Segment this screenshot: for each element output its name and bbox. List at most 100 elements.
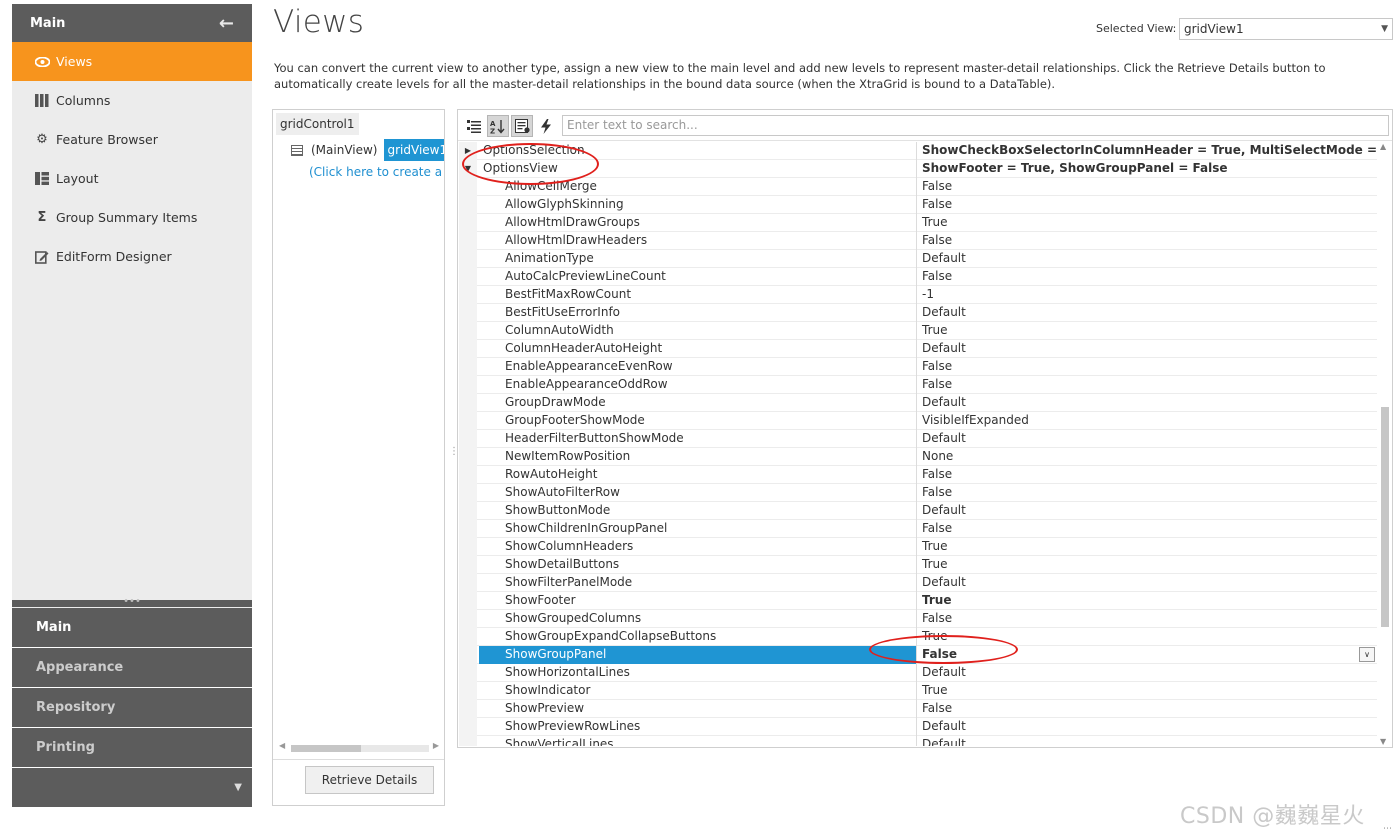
property-name[interactable]: BestFitMaxRowCount — [479, 286, 917, 304]
property-name[interactable]: AllowHtmlDrawGroups — [479, 214, 917, 232]
property-name[interactable]: ShowGroupPanel — [479, 646, 917, 664]
property-value[interactable]: None — [918, 448, 1377, 466]
property-row-rowautoheight[interactable]: RowAutoHeight False — [459, 466, 1377, 484]
resize-grip-icon[interactable]: ⋯ — [1383, 824, 1392, 834]
property-value[interactable]: Default — [918, 718, 1377, 736]
property-row-groupfootershowmode[interactable]: GroupFooterShowMode VisibleIfExpanded — [459, 412, 1377, 430]
property-name[interactable]: OptionsSelection — [479, 142, 917, 160]
property-value[interactable]: True — [918, 628, 1377, 646]
property-name[interactable]: ShowFooter — [479, 592, 917, 610]
property-value[interactable]: -1 — [918, 286, 1377, 304]
tree-main-view-node[interactable]: (MainView) gridView1 — [291, 139, 444, 161]
property-row-showbuttonmode[interactable]: ShowButtonMode Default — [459, 502, 1377, 520]
nav-splitter[interactable]: ••• — [12, 597, 252, 607]
property-name[interactable]: ShowGroupedColumns — [479, 610, 917, 628]
property-value[interactable]: False — [918, 646, 1377, 664]
scroll-thumb[interactable] — [1381, 407, 1389, 627]
property-value[interactable]: False — [918, 268, 1377, 286]
property-row-showverticallines[interactable]: ShowVerticalLines Default — [459, 736, 1377, 746]
tree-horizontal-scrollbar[interactable]: ◀ ▶ — [279, 741, 439, 753]
property-name[interactable]: GroupFooterShowMode — [479, 412, 917, 430]
property-value[interactable]: Default — [918, 430, 1377, 448]
property-name[interactable]: NewItemRowPosition — [479, 448, 917, 466]
property-value[interactable]: Default — [918, 250, 1377, 268]
property-value[interactable]: False — [918, 466, 1377, 484]
property-value[interactable]: True — [918, 592, 1377, 610]
property-name[interactable]: ShowPreview — [479, 700, 917, 718]
property-row-showgroupexpandcollapsebuttons[interactable]: ShowGroupExpandCollapseButtons True — [459, 628, 1377, 646]
property-value[interactable]: False — [918, 196, 1377, 214]
property-value[interactable]: Default — [918, 340, 1377, 358]
nav-item-views[interactable]: Views — [12, 42, 252, 81]
property-value[interactable]: Default — [918, 664, 1377, 682]
property-row-autocalcpreviewlinecount[interactable]: AutoCalcPreviewLineCount False — [459, 268, 1377, 286]
property-row-headerfilterbuttonshowmode[interactable]: HeaderFilterButtonShowMode Default — [459, 430, 1377, 448]
property-row-showfilterpanelmode[interactable]: ShowFilterPanelMode Default — [459, 574, 1377, 592]
property-name[interactable]: ShowColumnHeaders — [479, 538, 917, 556]
nav-group-printing[interactable]: Printing — [12, 728, 252, 768]
property-row-allowglyphskinning[interactable]: AllowGlyphSkinning False — [459, 196, 1377, 214]
property-name[interactable]: HeaderFilterButtonShowMode — [479, 430, 917, 448]
property-row-groupdrawmode[interactable]: GroupDrawMode Default — [459, 394, 1377, 412]
property-name[interactable]: ShowGroupExpandCollapseButtons — [479, 628, 917, 646]
property-name[interactable]: OptionsView — [479, 160, 917, 178]
property-name[interactable]: ColumnHeaderAutoHeight — [479, 340, 917, 358]
property-value[interactable]: False — [918, 358, 1377, 376]
collapsed-arrow-icon[interactable]: ▶ — [459, 142, 477, 160]
property-row-showgrouppanel[interactable]: ShowGroupPanel False ∨ — [459, 646, 1377, 664]
property-value[interactable]: False — [918, 610, 1377, 628]
property-name[interactable]: RowAutoHeight — [479, 466, 917, 484]
property-name[interactable]: EnableAppearanceOddRow — [479, 376, 917, 394]
scroll-down-icon[interactable]: ▼ — [1380, 737, 1386, 746]
property-row-columnheaderautoheight[interactable]: ColumnHeaderAutoHeight Default — [459, 340, 1377, 358]
nav-item-group-summary[interactable]: Σ Group Summary Items — [12, 198, 252, 237]
property-search-input[interactable]: Enter text to search... — [562, 115, 1389, 136]
property-row-allowhtmldrawgroups[interactable]: AllowHtmlDrawGroups True — [459, 214, 1377, 232]
property-name[interactable]: ColumnAutoWidth — [479, 322, 917, 340]
events-lightning-icon[interactable] — [535, 115, 557, 137]
nav-item-columns[interactable]: Columns — [12, 81, 252, 120]
scroll-left-icon[interactable]: ◀ — [279, 741, 285, 750]
chevron-down-icon[interactable]: ▼ — [12, 768, 252, 807]
property-row-showfooter[interactable]: ShowFooter True — [459, 592, 1377, 610]
property-value[interactable]: False — [918, 484, 1377, 502]
property-name[interactable]: AllowHtmlDrawHeaders — [479, 232, 917, 250]
categorized-icon[interactable] — [463, 115, 485, 137]
property-name[interactable]: ShowChildrenInGroupPanel — [479, 520, 917, 538]
scroll-right-icon[interactable]: ▶ — [433, 741, 439, 750]
chevron-down-icon[interactable]: ▼ — [1381, 19, 1388, 39]
property-value[interactable]: False — [918, 700, 1377, 718]
property-value[interactable]: Default — [918, 394, 1377, 412]
nav-item-editform-designer[interactable]: EditForm Designer — [12, 237, 252, 276]
nav-item-feature-browser[interactable]: ⚙ Feature Browser — [12, 120, 252, 159]
property-name[interactable]: ShowVerticalLines — [479, 736, 917, 746]
property-pages-icon[interactable] — [511, 115, 533, 137]
property-row-optionsselection[interactable]: ▶ OptionsSelection ShowCheckBoxSelectorInC… — [459, 142, 1377, 160]
property-row-columnautowidth[interactable]: ColumnAutoWidth True — [459, 322, 1377, 340]
property-row-showgroupedcolumns[interactable]: ShowGroupedColumns False — [459, 610, 1377, 628]
property-value[interactable]: ShowFooter = True, ShowGroupPanel = Fals… — [918, 160, 1377, 178]
nav-group-appearance[interactable]: Appearance — [12, 648, 252, 688]
property-value[interactable]: True — [918, 322, 1377, 340]
property-row-enableappearanceoddrow[interactable]: EnableAppearanceOddRow False — [459, 376, 1377, 394]
property-row-showchildreningrouppanel[interactable]: ShowChildrenInGroupPanel False — [459, 520, 1377, 538]
property-value[interactable]: Default — [918, 574, 1377, 592]
property-value[interactable]: False — [918, 520, 1377, 538]
retrieve-details-button[interactable]: Retrieve Details — [305, 766, 434, 794]
property-name[interactable]: AllowCellMerge — [479, 178, 917, 196]
property-row-newitemrowposition[interactable]: NewItemRowPosition None — [459, 448, 1377, 466]
property-name[interactable]: AllowGlyphSkinning — [479, 196, 917, 214]
nav-item-layout[interactable]: Layout — [12, 159, 252, 198]
scroll-up-icon[interactable]: ▲ — [1380, 142, 1386, 151]
property-name[interactable]: ShowHorizontalLines — [479, 664, 917, 682]
property-name[interactable]: EnableAppearanceEvenRow — [479, 358, 917, 376]
property-row-bestfituseerrorinfo[interactable]: BestFitUseErrorInfo Default — [459, 304, 1377, 322]
arrow-left-icon[interactable]: ← — [219, 13, 234, 34]
property-row-showautofilterrow[interactable]: ShowAutoFilterRow False — [459, 484, 1377, 502]
property-value[interactable]: True — [918, 682, 1377, 700]
property-row-allowcellmerge[interactable]: AllowCellMerge False — [459, 178, 1377, 196]
main-view-value[interactable]: gridView1 — [383, 139, 444, 161]
property-value[interactable]: ShowCheckBoxSelectorInColumnHeader = Tru… — [918, 142, 1377, 160]
property-row-optionsview[interactable]: ▼ OptionsView ShowFooter = True, ShowGroup… — [459, 160, 1377, 178]
chevron-down-icon[interactable]: ∨ — [1359, 647, 1375, 662]
